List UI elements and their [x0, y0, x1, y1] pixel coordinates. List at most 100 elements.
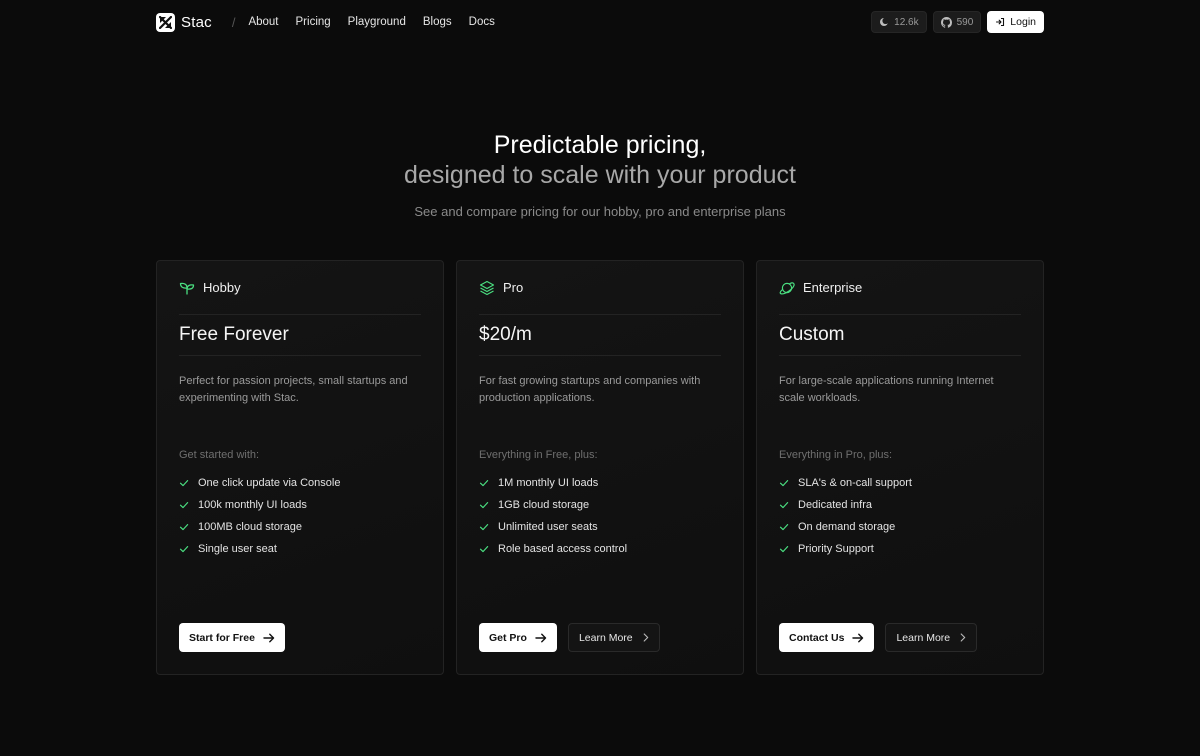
check-icon [479, 502, 489, 509]
plan-price: Free Forever [179, 315, 421, 356]
feature-label: Priority Support [798, 543, 874, 555]
pub-likes-badge[interactable]: 12.6k [871, 11, 927, 33]
chevron-right-icon [960, 633, 966, 642]
top-nav: Stac / About Pricing Playground Blogs Do… [156, 11, 1044, 33]
arrow-right-icon [852, 633, 864, 642]
check-icon [479, 480, 489, 487]
feature-label: 1M monthly UI loads [498, 477, 599, 489]
nav-link-pricing[interactable]: Pricing [296, 16, 331, 28]
plan-name: Pro [503, 280, 524, 295]
plan-actions: Start for Free [179, 623, 285, 652]
github-stars-badge[interactable]: 590 [932, 11, 982, 33]
plan-features: SLA's & on-call support Dedicated infra … [779, 472, 1021, 560]
plan-card-hobby: Hobby Free Forever Perfect for passion p… [156, 260, 444, 675]
hero-title-line2: designed to scale with your product [404, 161, 796, 189]
planet-icon [779, 281, 795, 295]
feature-item: Single user seat [179, 538, 421, 560]
feature-item: On demand storage [779, 516, 1021, 538]
check-icon [779, 546, 789, 553]
nav-link-about[interactable]: About [248, 16, 278, 28]
sprout-icon [179, 282, 195, 295]
moon-icon [880, 17, 889, 26]
plan-name: Hobby [203, 280, 241, 295]
check-icon [479, 546, 489, 553]
feature-label: 1GB cloud storage [498, 499, 590, 511]
stac-logo-icon [156, 12, 175, 32]
check-icon [779, 524, 789, 531]
plan-header: Pro [479, 261, 721, 315]
feature-label: One click update via Console [198, 477, 341, 489]
check-icon [479, 524, 489, 531]
start-for-free-button[interactable]: Start for Free [179, 623, 285, 652]
brand-name: Stac [181, 13, 212, 31]
plan-features-lead: Everything in Pro, plus: [779, 449, 893, 461]
nav-link-docs[interactable]: Docs [469, 16, 495, 28]
nav-separator: / [231, 14, 236, 30]
check-icon [179, 546, 189, 553]
check-icon [779, 480, 789, 487]
feature-item: 1M monthly UI loads [479, 472, 721, 494]
feature-item: 1GB cloud storage [479, 494, 721, 516]
feature-item: Priority Support [779, 538, 1021, 560]
button-label: Learn More [896, 631, 951, 644]
feature-label: Single user seat [198, 543, 277, 555]
button-label: Contact Us [789, 631, 845, 644]
github-icon [940, 16, 952, 28]
plan-features: One click update via Console 100k monthl… [179, 472, 421, 560]
login-button[interactable]: Login [987, 11, 1044, 33]
plan-description: For fast growing startups and companies … [479, 375, 701, 404]
get-pro-button[interactable]: Get Pro [479, 623, 557, 652]
contact-us-button[interactable]: Contact Us [779, 623, 875, 652]
plan-features-lead: Get started with: [179, 449, 260, 461]
chevron-right-icon [643, 633, 648, 642]
hero-title-line1: Predictable pricing, [493, 131, 707, 159]
arrow-right-icon [263, 633, 275, 642]
plan-price: Custom [779, 315, 1021, 356]
feature-item: One click update via Console [179, 472, 421, 494]
feature-item: SLA's & on-call support [779, 472, 1021, 494]
nav-link-playground[interactable]: Playground [348, 16, 406, 28]
check-icon [779, 502, 789, 509]
plan-description: For large-scale applications running Int… [779, 375, 994, 404]
feature-label: Role based access control [498, 543, 628, 555]
nav-link-blogs[interactable]: Blogs [423, 16, 452, 28]
check-icon [179, 480, 189, 487]
check-icon [179, 502, 189, 509]
nav-right: 12.6k 590 Login [871, 11, 1044, 33]
plan-features: 1M monthly UI loads 1GB cloud storage Un… [479, 472, 721, 560]
learn-more-button[interactable]: Learn More [885, 623, 978, 652]
nav-links: About Pricing Playground Blogs Docs [248, 16, 494, 28]
check-icon [179, 524, 189, 531]
login-icon [996, 17, 1005, 27]
page: Stac / About Pricing Playground Blogs Do… [0, 0, 1200, 756]
feature-item: Dedicated infra [779, 494, 1021, 516]
feature-item: Unlimited user seats [479, 516, 721, 538]
layers-icon [479, 280, 495, 295]
feature-label: Unlimited user seats [498, 521, 598, 533]
feature-label: 100k monthly UI loads [198, 499, 307, 511]
feature-item: 100k monthly UI loads [179, 494, 421, 516]
pricing-cards: Hobby Free Forever Perfect for passion p… [156, 260, 1044, 675]
hero: Predictable pricing, designed to scale w… [0, 130, 1200, 219]
feature-label: On demand storage [798, 521, 896, 533]
plan-card-pro: Pro $20/m For fast growing startups and … [456, 260, 744, 675]
likes-count: 12.6k [894, 16, 919, 28]
feature-label: SLA's & on-call support [798, 477, 912, 489]
feature-item: 100MB cloud storage [179, 516, 421, 538]
plan-actions: Contact Us Learn More [779, 623, 978, 652]
button-label: Learn More [578, 631, 633, 644]
learn-more-button[interactable]: Learn More [567, 623, 660, 652]
arrow-right-icon [535, 633, 547, 642]
feature-item: Role based access control [479, 538, 721, 560]
plan-card-enterprise: Enterprise Custom For large-scale applic… [756, 260, 1044, 675]
hero-subtitle: See and compare pricing for our hobby, p… [414, 204, 786, 219]
button-label: Start for Free [189, 631, 255, 644]
plan-name: Enterprise [803, 280, 863, 295]
plan-features-lead: Everything in Free, plus: [479, 449, 598, 461]
plan-header: Enterprise [779, 261, 1021, 315]
github-stars-count: 590 [956, 16, 974, 28]
brand[interactable]: Stac [156, 12, 212, 32]
plan-actions: Get Pro Learn More [479, 623, 660, 652]
plan-header: Hobby [179, 261, 421, 315]
plan-description: Perfect for passion projects, small star… [179, 375, 408, 404]
